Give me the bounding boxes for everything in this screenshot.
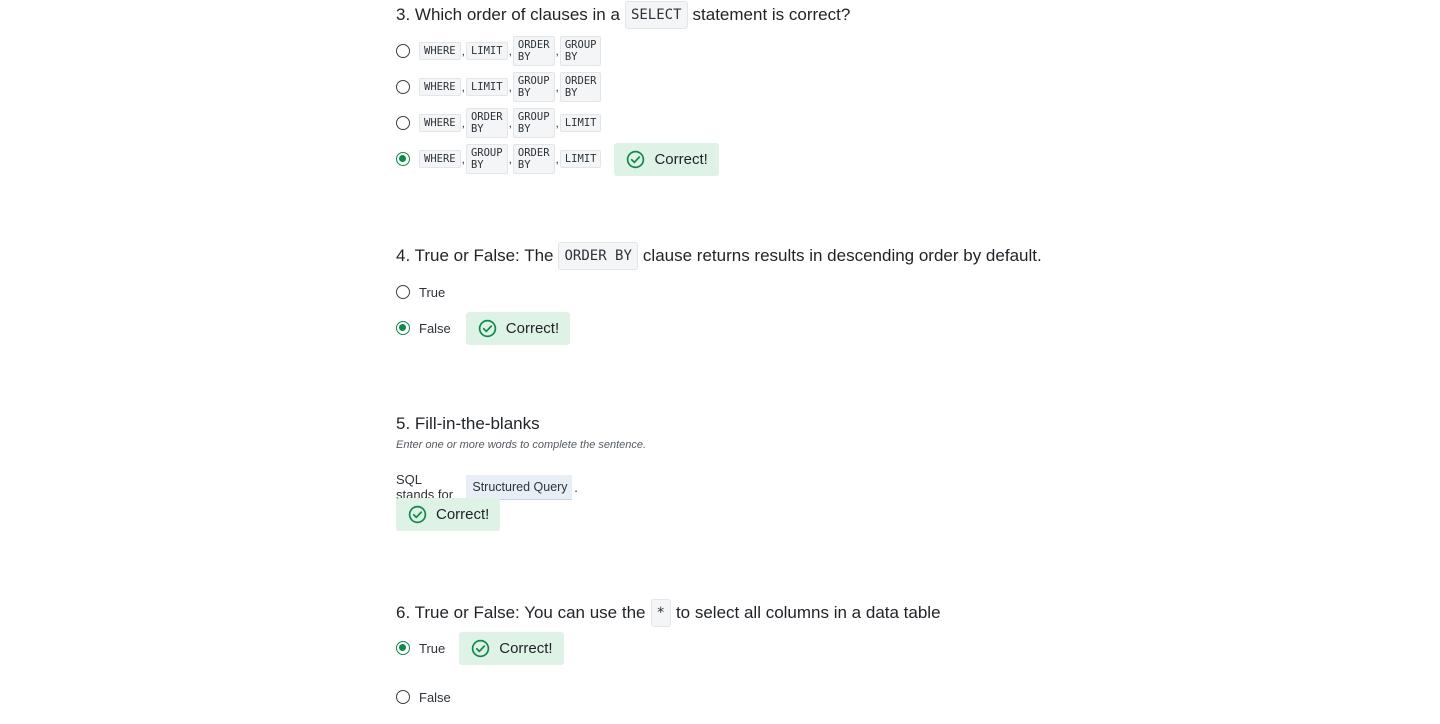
quiz-page: 3. Which order of clauses in a SELECT st… — [0, 0, 1440, 724]
keyword-limit: LIMIT — [559, 150, 602, 168]
correct-feedback-text: Correct! — [654, 150, 708, 168]
keyword-group-by: GROUP BY — [512, 108, 555, 138]
option-label: True — [419, 284, 446, 300]
radio-button[interactable] — [396, 80, 410, 94]
question-6-title-text-after: to select all columns in a data table — [675, 603, 941, 622]
option-label: WHERE, LIMIT, ORDER BY, GROUP BY — [419, 36, 602, 66]
question-3-option-2[interactable]: WHERE, LIMIT, GROUP BY, ORDER BY — [396, 72, 602, 102]
blank-input[interactable]: Structured Query Langu — [466, 474, 573, 500]
correct-feedback-text: Correct! — [499, 639, 553, 657]
question-3-option-4[interactable]: WHERE, GROUP BY, ORDER BY, LIMIT Correct… — [396, 142, 719, 176]
radio-button[interactable] — [396, 285, 410, 299]
keyword-limit: LIMIT — [559, 114, 602, 132]
question-3-option-1[interactable]: WHERE, LIMIT, ORDER BY, GROUP BY — [396, 36, 602, 66]
option-label: False — [419, 689, 451, 705]
question-6-option-true[interactable]: True Correct! — [396, 631, 564, 665]
correct-feedback-text: Correct! — [436, 506, 490, 523]
option-label: WHERE, LIMIT, GROUP BY, ORDER BY — [419, 72, 602, 102]
question-5-instructions: Enter one or more words to complete the … — [396, 439, 647, 451]
question-3-option-3[interactable]: WHERE, ORDER BY, GROUP BY, LIMIT — [396, 108, 602, 138]
radio-button[interactable] — [396, 44, 410, 58]
question-5-title: 5. Fill-in-the-blanks — [396, 414, 540, 433]
keyword-where: WHERE — [419, 114, 461, 132]
keyword-group-by: GROUP BY — [512, 72, 555, 102]
keyword-order-by: ORDER BY — [512, 36, 555, 66]
question-4-title-text-after: clause returns results in descending ord… — [642, 246, 1042, 265]
option-label: WHERE, GROUP BY, ORDER BY, LIMIT — [419, 144, 602, 174]
keyword-order-by: ORDER BY — [512, 144, 555, 174]
keyword-order-by: ORDER BY — [559, 72, 602, 102]
keyword-limit: LIMIT — [465, 42, 508, 60]
keyword-order-by: ORDER BY — [465, 108, 508, 138]
radio-button-selected[interactable] — [396, 641, 410, 655]
option-label: WHERE, ORDER BY, GROUP BY, LIMIT — [419, 108, 602, 138]
radio-button-selected[interactable] — [396, 321, 410, 335]
question-4-option-false[interactable]: False Correct! — [396, 311, 571, 345]
radio-button-selected[interactable] — [396, 152, 410, 166]
keyword-limit: LIMIT — [465, 78, 508, 96]
correct-feedback: Correct! — [465, 311, 571, 345]
asterisk-code: * — [650, 599, 671, 627]
keyword-where: WHERE — [419, 42, 461, 60]
keyword-group-by: GROUP BY — [559, 36, 602, 66]
correct-feedback: Correct! — [614, 142, 719, 176]
sentence-end: . — [574, 479, 578, 495]
feedback-wrapper: Correct! — [396, 498, 501, 531]
question-3-title-text: 3. Which order of clauses in a — [396, 5, 620, 24]
option-label: True — [419, 640, 446, 656]
radio-button[interactable] — [396, 116, 410, 130]
question-4-title-text: 4. True or False: The — [396, 246, 554, 265]
check-circle-icon — [408, 505, 427, 524]
keyword-where: WHERE — [419, 78, 461, 96]
question-4-title: 4. True or False: The ORDER BY clause re… — [396, 242, 1042, 270]
select-code: SELECT — [624, 1, 688, 29]
correct-feedback-text: Correct! — [505, 319, 560, 337]
question-3-title-text-after: statement is correct? — [692, 5, 851, 24]
keyword-group-by: GROUP BY — [465, 144, 508, 174]
question-6-option-false[interactable]: False — [396, 685, 451, 709]
order-by-code: ORDER BY — [558, 242, 638, 270]
question-3-title: 3. Which order of clauses in a SELECT st… — [396, 1, 850, 29]
correct-feedback: Correct! — [396, 498, 501, 531]
question-6-title-text: 6. True or False: You can use the — [396, 603, 646, 622]
question-4-option-true[interactable]: True — [396, 280, 445, 304]
radio-button[interactable] — [396, 690, 410, 704]
check-circle-icon — [627, 150, 645, 168]
check-circle-icon — [478, 319, 497, 337]
question-6-title: 6. True or False: You can use the * to s… — [396, 599, 941, 627]
check-circle-icon — [472, 639, 490, 657]
keyword-where: WHERE — [419, 150, 461, 168]
option-label: False — [419, 320, 451, 336]
correct-feedback: Correct! — [459, 631, 564, 665]
